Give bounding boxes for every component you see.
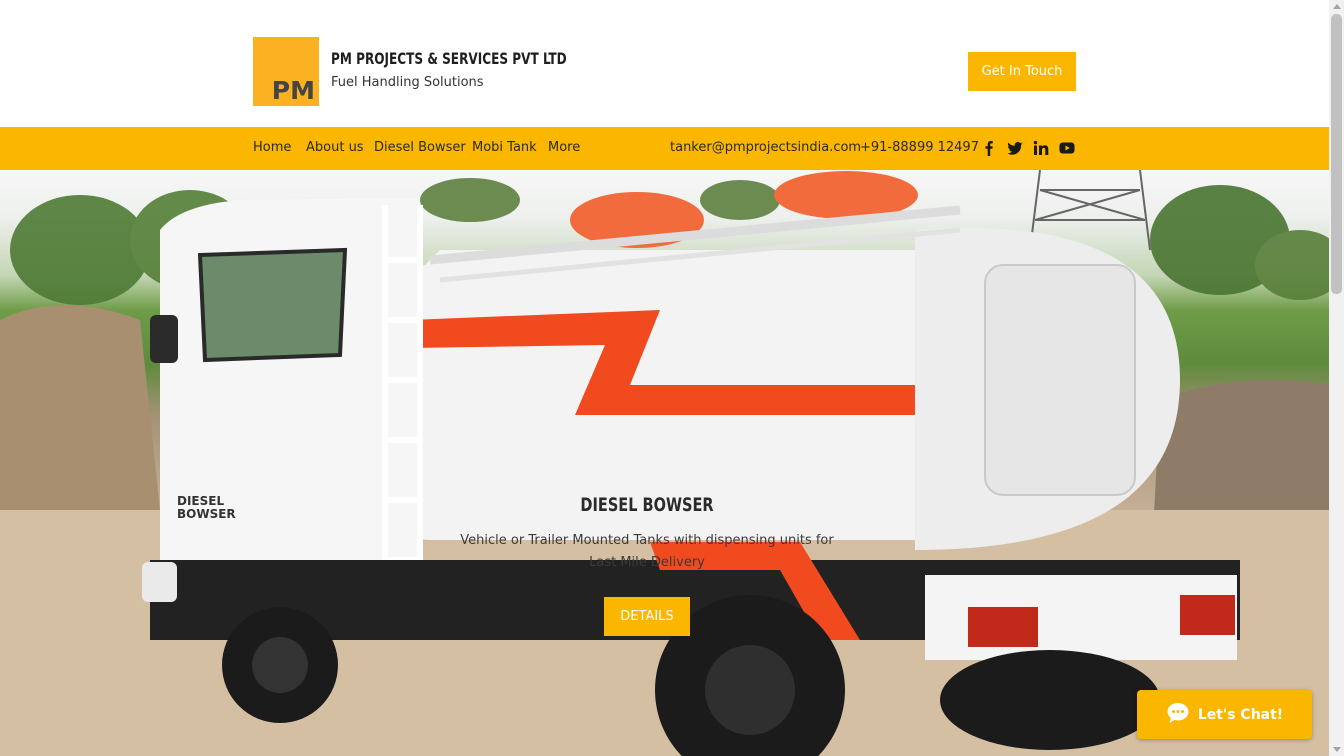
company-tagline: Fuel Handling Solutions	[331, 75, 484, 90]
nav-item-mobi-tank[interactable]: Mobi Tank	[472, 140, 537, 155]
logo-text: PM	[271, 76, 315, 105]
hero-subtitle: Vehicle or Trailer Mounted Tanks with di…	[440, 530, 854, 574]
chat-label: Let's Chat!	[1197, 706, 1284, 723]
hero-subtitle-line-2: Last Mile Delivery	[589, 555, 705, 570]
company-name[interactable]: PM PROJECTS & SERVICES PVT LTD	[331, 49, 567, 68]
truck-door-text-1: DIESEL	[177, 494, 224, 508]
details-button[interactable]: DETAILS	[604, 597, 690, 636]
scroll-down-icon[interactable]	[1333, 747, 1341, 752]
hero-section: DIESEL BOWSER DIESEL BOWSER Vehicle or T…	[0, 170, 1329, 756]
twitter-icon[interactable]	[1007, 140, 1023, 156]
lets-chat-button[interactable]: Let's Chat!	[1137, 690, 1312, 739]
truck-door-text-2: BOWSER	[177, 507, 236, 521]
scrollbar-thumb[interactable]	[1331, 14, 1342, 294]
nav-item-diesel-bowser[interactable]: Diesel Bowser	[374, 140, 466, 155]
hero-subtitle-line-1: Vehicle or Trailer Mounted Tanks with di…	[460, 533, 834, 548]
hero-title: DIESEL BOWSER	[580, 494, 714, 516]
contact-email-link[interactable]: tanker@pmprojectsindia.com	[670, 140, 861, 155]
chat-bubble-icon	[1166, 702, 1190, 728]
nav-item-more[interactable]: More	[548, 140, 580, 155]
scroll-up-icon[interactable]	[1333, 4, 1341, 9]
youtube-icon[interactable]	[1059, 140, 1075, 156]
company-logo[interactable]: PM	[253, 37, 319, 106]
main-nav: Home About us Diesel Bowser Mobi Tank Mo…	[0, 127, 1329, 170]
diesel-bowser-truck-image: DIESEL BOWSER	[0, 170, 1329, 756]
get-in-touch-button[interactable]: Get In Touch	[968, 52, 1076, 91]
facebook-icon[interactable]	[981, 140, 997, 156]
page-scrollbar[interactable]	[1329, 0, 1344, 756]
linkedin-icon[interactable]	[1033, 140, 1049, 156]
contact-phone[interactable]: +91-88899 12497	[860, 140, 979, 155]
site-header: PM PM PROJECTS & SERVICES PVT LTD Fuel H…	[0, 0, 1329, 127]
nav-item-about-us[interactable]: About us	[306, 140, 364, 155]
nav-item-home[interactable]: Home	[253, 140, 291, 155]
